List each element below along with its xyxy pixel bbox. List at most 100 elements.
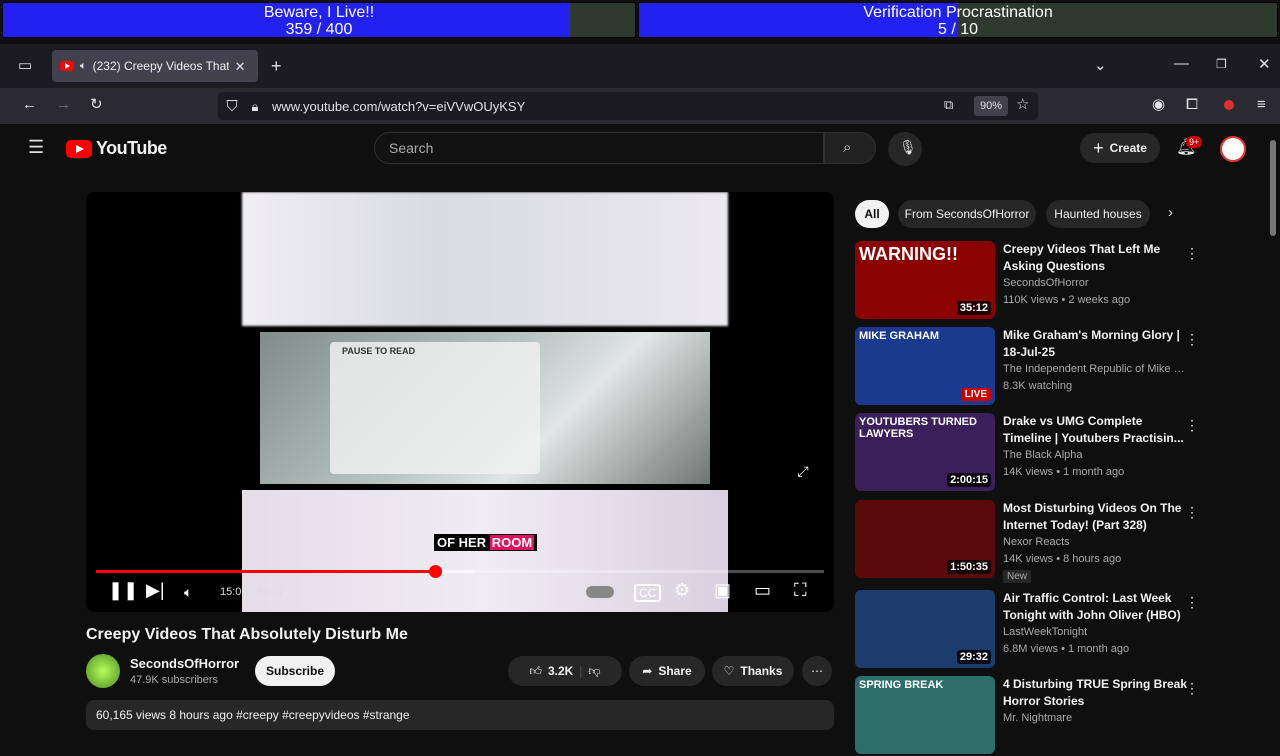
- thumbnail-text: SPRING BREAK: [859, 679, 944, 691]
- minimize-icon[interactable]: —: [1174, 56, 1189, 71]
- theater-mode-icon[interactable]: ▭: [754, 580, 771, 601]
- like-icon[interactable]: 👍︎: [529, 664, 542, 679]
- video-thumbnail[interactable]: 1:50:35: [855, 500, 995, 578]
- scrubber-handle[interactable]: [428, 565, 442, 578]
- thanks-button[interactable]: ♡ Thanks: [712, 656, 794, 686]
- recommended-channel[interactable]: Nexor Reacts: [1003, 534, 1193, 551]
- recommended-video-title[interactable]: Air Traffic Control: Last Week Tonight w…: [1003, 590, 1193, 624]
- close-window-icon[interactable]: ✕: [1258, 57, 1271, 72]
- new-tab-icon[interactable]: +: [271, 57, 282, 75]
- forward-icon[interactable]: →: [56, 97, 71, 112]
- search-input[interactable]: Search: [374, 132, 824, 164]
- extension-record-icon[interactable]: [1224, 100, 1234, 110]
- autoplay-toggle[interactable]: [586, 586, 614, 598]
- picture-in-picture-icon[interactable]: ⧉: [944, 98, 953, 111]
- hamburger-menu-icon[interactable]: ☰: [28, 138, 44, 156]
- chip-all[interactable]: All: [855, 200, 889, 228]
- video-thumbnail[interactable]: SPRING BREAK: [855, 676, 995, 754]
- pause-icon[interactable]: ❚❚: [108, 580, 138, 601]
- youtube-logo-icon: [66, 139, 92, 158]
- video-progress-bar[interactable]: [96, 565, 824, 578]
- reload-icon[interactable]: ↻: [90, 97, 103, 112]
- goal-1-title: Beware, I Live!!: [263, 4, 375, 21]
- page-scrollbar[interactable]: [1270, 140, 1276, 236]
- like-dislike-group: 👍︎ 3.2K | 👎︎: [508, 656, 622, 686]
- video-thumbnail[interactable]: 29:32: [855, 590, 995, 668]
- more-options-icon[interactable]: ⋮: [1185, 504, 1199, 521]
- create-button[interactable]: + Create: [1080, 133, 1160, 163]
- captions-icon[interactable]: CC: [634, 584, 662, 602]
- duration-badge: 35:12: [956, 301, 991, 315]
- channel-name[interactable]: SecondsOfHorror: [130, 656, 239, 671]
- video-thumbnail[interactable]: MIKE GRAHAM LIVE: [855, 327, 995, 405]
- chip-from-channel[interactable]: From SecondsOfHorror: [898, 200, 1036, 228]
- more-actions-icon[interactable]: ⋯: [802, 656, 832, 686]
- recommended-video-title[interactable]: Creepy Videos That Left Me Asking Questi…: [1003, 241, 1193, 275]
- more-options-icon[interactable]: ⋮: [1185, 331, 1199, 348]
- shield-icon[interactable]: ⛉: [224, 99, 240, 114]
- recommended-video-title[interactable]: Drake vs UMG Complete Timeline | Youtube…: [1003, 413, 1193, 447]
- new-badge: New: [1003, 570, 1032, 583]
- video-description[interactable]: 60,165 views 8 hours ago #creepy #creepy…: [86, 700, 834, 730]
- more-options-icon[interactable]: ⋮: [1185, 594, 1199, 611]
- recommended-video[interactable]: 29:32 Air Traffic Control: Last Week Toni…: [855, 590, 1199, 670]
- recommended-video-title[interactable]: Mike Graham's Morning Glory | 18-Jul-25: [1003, 327, 1193, 361]
- speaker-icon[interactable]: 🔈︎: [80, 60, 87, 72]
- zoom-level[interactable]: 90%: [974, 96, 1009, 116]
- recommended-video[interactable]: YOUTUBERS TURNED LAWYERS 2:00:15 Drake vs …: [855, 413, 1199, 493]
- recommended-video[interactable]: MIKE GRAHAM LIVE Mike Graham's Morning Glo…: [855, 327, 1199, 407]
- lock-icon[interactable]: 🔒︎: [248, 100, 262, 113]
- url-text[interactable]: www.youtube.com/watch?v=eiVVwOUyKSY: [272, 99, 525, 114]
- miniplayer-icon[interactable]: ▣: [714, 580, 731, 601]
- account-icon[interactable]: ◉: [1152, 97, 1165, 112]
- recommended-channel[interactable]: LastWeekTonight: [1003, 624, 1193, 641]
- video-thumbnail[interactable]: YOUTUBERS TURNED LAWYERS 2:00:15: [855, 413, 995, 491]
- chip-haunted-houses[interactable]: Haunted houses: [1046, 200, 1150, 228]
- close-tab-icon[interactable]: ✕: [235, 60, 246, 73]
- duration-badge: 1:50:35: [947, 560, 991, 574]
- restore-icon[interactable]: ❐: [1216, 58, 1227, 70]
- address-bar[interactable]: ⛉ 🔒︎ www.youtube.com/watch?v=eiVVwOUyKSY…: [218, 92, 1038, 120]
- extensions-icon[interactable]: ⧠: [1186, 97, 1198, 112]
- video-player[interactable]: PAUSE TO READ ⤢ OF HER ROOM ❚❚ ▶| 🔈︎ 15:…: [86, 192, 834, 612]
- thanks-label: Thanks: [740, 664, 783, 678]
- miniplayer-expand-icon[interactable]: ⤢: [788, 458, 818, 484]
- recommended-video-title[interactable]: Most Disturbing Videos On The Internet T…: [1003, 500, 1193, 534]
- recommended-video[interactable]: SPRING BREAK 4 Disturbing TRUE Spring Bre…: [855, 676, 1199, 756]
- chevron-down-icon[interactable]: ⌄: [1094, 58, 1107, 73]
- recommended-channel[interactable]: The Independent Republic of Mike Graha..…: [1003, 361, 1193, 378]
- recommended-channel[interactable]: The Black Alpha: [1003, 447, 1193, 464]
- recommended-video[interactable]: WARNING!! 35:12 Creepy Videos That Left Me…: [855, 241, 1199, 321]
- youtube-logo[interactable]: YouTube: [66, 138, 167, 159]
- channel-avatar[interactable]: [86, 654, 120, 688]
- recommended-channel[interactable]: SecondsOfHorror: [1003, 275, 1193, 292]
- next-icon[interactable]: ▶|: [146, 580, 165, 601]
- like-count[interactable]: 3.2K: [548, 664, 573, 678]
- bookmark-star-icon[interactable]: ☆: [1016, 97, 1029, 112]
- chevron-right-icon[interactable]: ›: [1168, 205, 1173, 220]
- recommended-channel[interactable]: Mr. Nightmare: [1003, 710, 1193, 727]
- goal-bar-1: Beware, I Live!! 359 / 400: [2, 2, 636, 38]
- dislike-icon[interactable]: 👎︎: [588, 664, 600, 679]
- settings-gear-icon[interactable]: ⚙: [674, 580, 690, 601]
- youtube-page: ☰ YouTube Search ⌕ 🎙︎ + Create 🔔︎ 9+ All…: [8, 124, 1272, 754]
- video-frame-middle: PAUSE TO READ: [260, 332, 710, 484]
- more-options-icon[interactable]: ⋮: [1185, 417, 1199, 434]
- recommended-meta: 110K views • 2 weeks ago: [1003, 294, 1131, 306]
- search-button[interactable]: ⌕: [824, 132, 876, 164]
- fullscreen-icon[interactable]: ⛶: [794, 580, 807, 601]
- recommended-video[interactable]: 1:50:35 Most Disturbing Videos On The Int…: [855, 500, 1199, 583]
- menu-icon[interactable]: ≡: [1257, 97, 1266, 112]
- subscribe-button[interactable]: Subscribe: [255, 656, 335, 686]
- share-button[interactable]: ➦ Share: [629, 656, 705, 686]
- more-options-icon[interactable]: ⋮: [1185, 680, 1199, 697]
- voice-search-button[interactable]: 🎙︎: [888, 132, 922, 166]
- video-thumbnail[interactable]: WARNING!! 35:12: [855, 241, 995, 319]
- tab-list-icon[interactable]: ▭: [18, 58, 32, 73]
- volume-icon[interactable]: 🔈︎: [184, 584, 192, 601]
- recommended-video-title[interactable]: 4 Disturbing TRUE Spring Break Horror St…: [1003, 676, 1193, 710]
- back-icon[interactable]: ←: [22, 97, 37, 112]
- user-avatar[interactable]: [1220, 136, 1246, 162]
- more-options-icon[interactable]: ⋮: [1185, 245, 1199, 262]
- browser-tab[interactable]: 🔈︎ (232) Creepy Videos That A ✕: [52, 50, 258, 82]
